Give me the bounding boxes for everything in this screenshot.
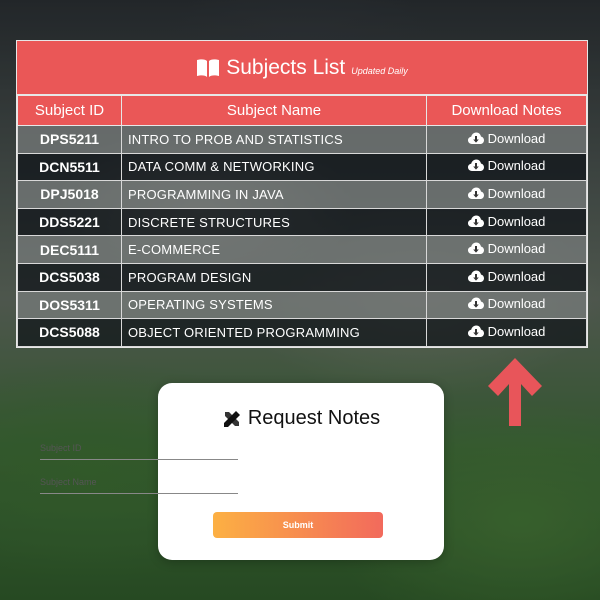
download-link-content: Download xyxy=(467,158,546,174)
subjects-table-panel: Subjects List Updated Daily Subject ID S… xyxy=(16,40,588,348)
cloud-download-icon xyxy=(467,215,484,227)
cloud-download-icon xyxy=(467,132,484,144)
subject-name-cell: Object Oriented Programming xyxy=(121,318,427,347)
download-link-content: Download xyxy=(467,296,546,312)
table-row: DOS5311 Operating Systems Download xyxy=(17,290,587,320)
pencil-ruler-icon xyxy=(223,410,240,427)
subject-id-cell: DPJ5018 xyxy=(17,180,122,209)
table-title-bar: Subjects List Updated Daily xyxy=(17,41,587,95)
table-row: DCS5088 Object Oriented Programming Downlo… xyxy=(17,318,587,347)
request-notes-title-text: Request Notes xyxy=(247,407,381,429)
download-link-content: Download xyxy=(467,185,546,201)
subject-id-cell: DPS5211 xyxy=(17,125,122,154)
download-label: Download xyxy=(487,268,546,284)
subject-name-cell: Program Design xyxy=(121,262,427,292)
column-header-subject-id: Subject ID xyxy=(17,95,122,126)
table-title: Subjects List xyxy=(226,55,346,79)
download-link[interactable]: Download xyxy=(426,152,587,182)
download-link[interactable]: Download xyxy=(426,180,587,209)
cloud-download-icon xyxy=(467,270,484,282)
table-row: DPJ5018 Programming in Java Download xyxy=(17,180,587,209)
download-link-content: Download xyxy=(467,241,546,257)
table-row: DDS5221 Discrete Structures Download xyxy=(17,207,587,237)
column-header-subject-name: Subject Name xyxy=(121,95,427,126)
download-label: Download xyxy=(487,241,546,257)
download-link-content: Download xyxy=(467,130,546,146)
subject-name-cell: E-Commerce xyxy=(121,235,427,264)
download-link[interactable]: Download xyxy=(426,207,587,237)
download-link[interactable]: Download xyxy=(426,125,587,154)
column-header-download-notes: Download Notes xyxy=(426,95,587,126)
request-notes-title: Request Notes xyxy=(158,407,444,430)
table-subtitle: Updated Daily xyxy=(351,65,408,76)
download-link-content: Download xyxy=(467,323,546,339)
download-link-content: Download xyxy=(467,268,546,284)
subject-id-cell: DDS5221 xyxy=(17,207,122,237)
download-link[interactable]: Download xyxy=(426,318,587,347)
subjects-table: Subject ID Subject Name Download Notes D… xyxy=(17,95,587,347)
download-label: Download xyxy=(487,185,546,201)
download-link[interactable]: Download xyxy=(426,262,587,292)
subject-id-input[interactable] xyxy=(40,443,238,460)
cloud-download-icon xyxy=(467,187,484,199)
download-label: Download xyxy=(487,158,546,174)
download-label: Download xyxy=(487,296,546,312)
table-row: DCS5038 Program Design Download xyxy=(17,262,587,292)
cloud-download-icon xyxy=(467,159,484,172)
table-row: DPS5211 Intro to Prob and Statistics Downl… xyxy=(17,125,587,154)
subject-id-cell: DCS5088 xyxy=(17,318,122,347)
submit-button[interactable]: Submit xyxy=(213,512,383,538)
cloud-download-icon xyxy=(467,297,484,310)
download-label: Download xyxy=(487,323,546,339)
subject-id-cell: DCN5511 xyxy=(17,152,122,182)
table-header-row: Subject ID Subject Name Download Notes xyxy=(17,95,587,126)
download-link[interactable]: Download xyxy=(426,235,587,264)
cloud-download-icon xyxy=(467,242,484,255)
subject-name-cell: Programming in Java xyxy=(121,180,427,209)
subject-name-cell: Intro to Prob and Statistics xyxy=(121,125,427,154)
cloud-download-icon xyxy=(467,325,484,337)
download-label: Download xyxy=(487,213,546,229)
subject-name-input[interactable] xyxy=(40,477,238,494)
download-link-content: Download xyxy=(467,213,546,229)
table-row: DEC5111 E-Commerce Download xyxy=(17,235,587,264)
open-book-icon xyxy=(197,58,220,77)
download-link[interactable]: Download xyxy=(426,290,587,320)
subject-name-cell: Discrete Structures xyxy=(121,207,427,237)
subject-id-cell: DOS5311 xyxy=(17,290,122,320)
subject-id-cell: DEC5111 xyxy=(17,235,122,264)
subject-name-cell: Data Comm & Networking xyxy=(121,152,427,182)
subject-id-cell: DCS5038 xyxy=(17,262,122,292)
table-row: DCN5511 Data Comm & Networking Download xyxy=(17,152,587,182)
arrow-up-icon xyxy=(488,358,542,426)
subject-name-cell: Operating Systems xyxy=(121,290,427,320)
download-label: Download xyxy=(487,130,546,146)
